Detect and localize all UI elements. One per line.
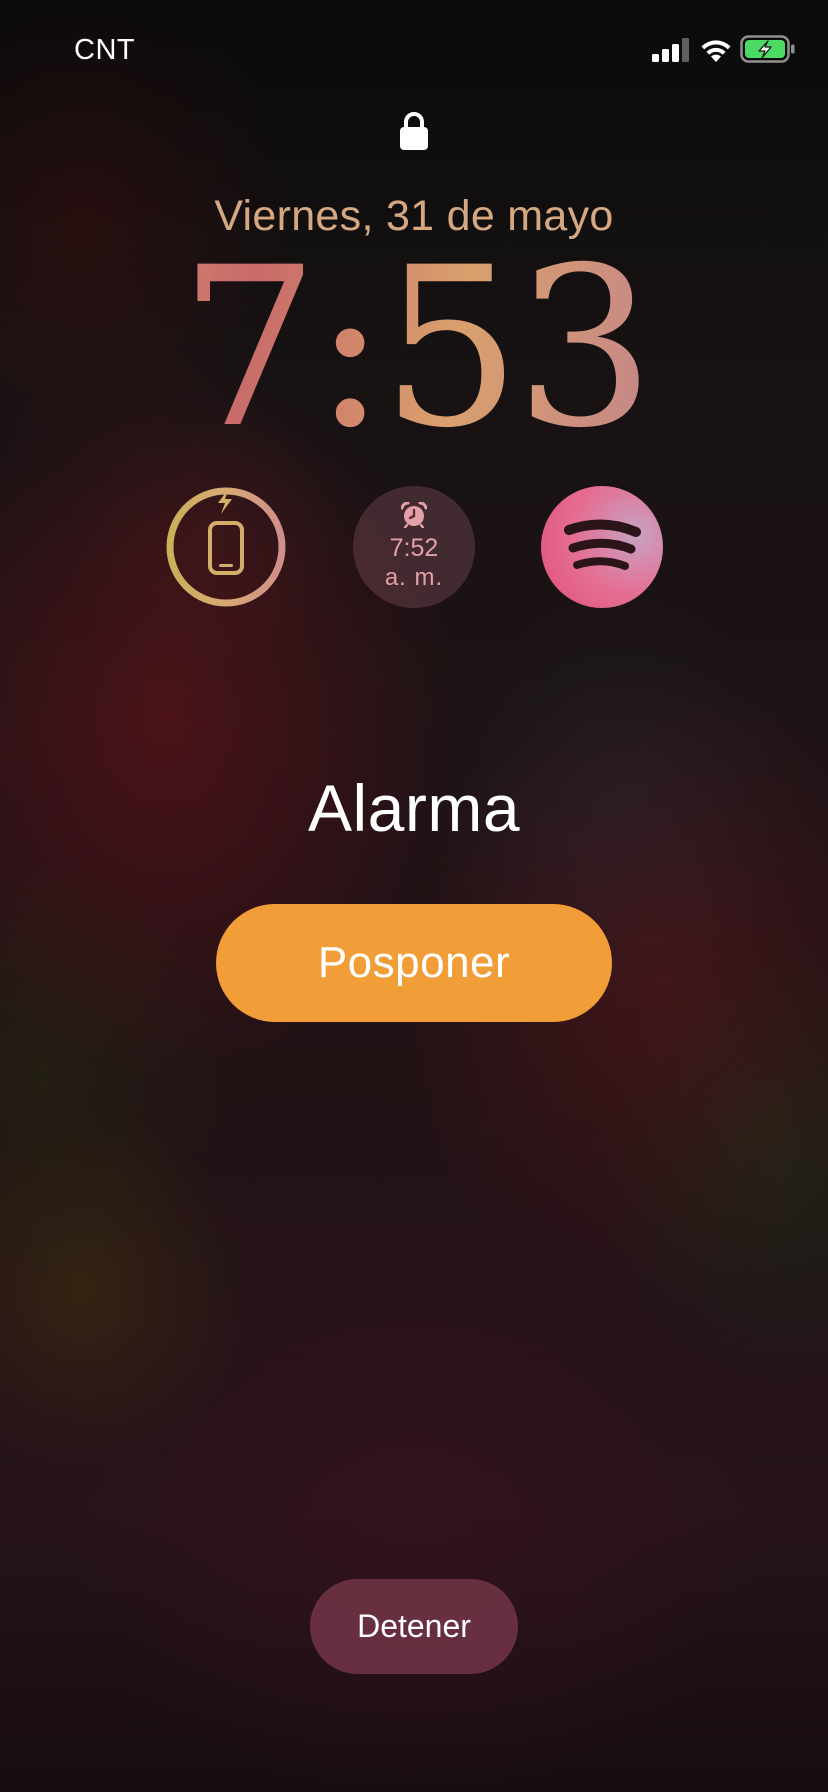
battery-widget[interactable] (165, 486, 287, 608)
alarm-clock-icon (401, 502, 427, 528)
stop-button[interactable]: Detener (310, 1579, 518, 1674)
alarm-widget[interactable]: 7:52 a. m. (353, 486, 475, 608)
phone-charging-icon (166, 487, 286, 607)
alarm-title: Alarma (307, 771, 521, 845)
lock-screen-time: 7:53 (0, 238, 828, 458)
lock-icon (400, 112, 428, 150)
spotify-icon (564, 519, 641, 570)
spotify-widget[interactable] (541, 486, 663, 608)
battery-charging-icon (740, 35, 795, 63)
wifi-icon (701, 40, 731, 62)
status-bar: CNT (0, 0, 828, 100)
snooze-button[interactable]: Posponer (216, 904, 612, 1022)
cellular-signal-icon (652, 38, 689, 62)
carrier-label: CNT (74, 34, 136, 66)
alarm-widget-period: a. m. (384, 564, 444, 591)
alarm-widget-time: 7:52 (389, 534, 439, 562)
